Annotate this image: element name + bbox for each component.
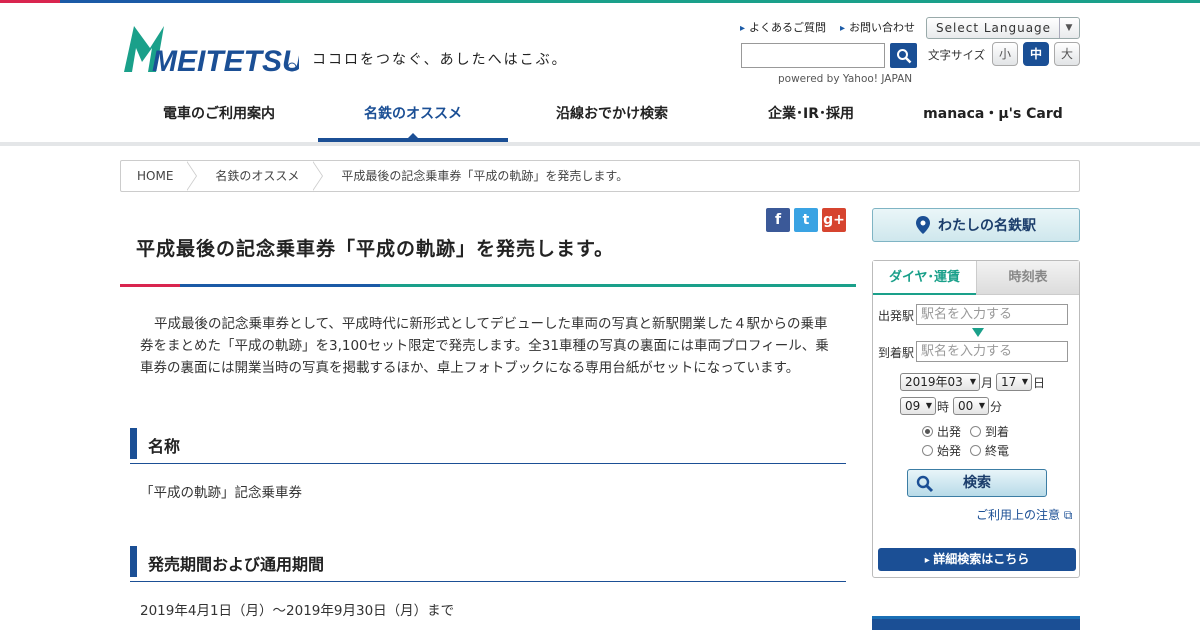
title-rule	[120, 284, 856, 287]
logo-text: MEITETSU	[152, 45, 299, 74]
route-search-label: 検索	[963, 475, 991, 491]
from-label: 出発駅	[878, 309, 915, 323]
breadcrumb-separator	[312, 161, 325, 191]
font-size-medium-button[interactable]: 中	[1023, 42, 1049, 66]
breadcrumb-recommend[interactable]: 名鉄のオススメ	[199, 161, 315, 191]
day-unit: 日	[1033, 376, 1046, 390]
global-nav: 電車のご利用案内 名鉄のオススメ 沿線おでかけ検索 企業･IR･採用 manac…	[120, 96, 1080, 142]
article-lead: 平成最後の記念乗車券として、平成時代に新形式としてデビューした車両の写真と新駅開…	[140, 316, 829, 376]
to-label: 到着駅	[878, 346, 915, 360]
nav-item-manaca[interactable]: manaca・μ's Card	[906, 96, 1080, 142]
from-station-input[interactable]: 駅名を入力する	[916, 304, 1068, 325]
social-share: f t g+	[766, 208, 846, 232]
language-select[interactable]: Select Language ▼	[926, 17, 1080, 39]
minute-select[interactable]: 00	[953, 397, 989, 415]
breadcrumb-current: 平成最後の記念乗車券「平成の軌跡」を発売します。	[341, 169, 629, 183]
meitetsu-logo[interactable]: MEITETSU	[124, 26, 299, 74]
contact-link[interactable]: お問い合わせ	[840, 19, 915, 35]
font-size-small-button[interactable]: 小	[992, 42, 1018, 66]
section-heading-period: 発売期間および通用期間	[130, 546, 846, 582]
radio-last[interactable]: 終電	[970, 442, 1009, 459]
sidebar-box	[872, 616, 1080, 630]
top-accent-bar	[0, 0, 1200, 3]
search-icon	[896, 48, 911, 63]
usage-notice-text: ご利用上の注意	[976, 508, 1061, 522]
section-heading-text: 名称	[148, 437, 181, 456]
tab-timetable[interactable]: 時刻表	[976, 261, 1079, 295]
hour-select[interactable]: 09	[900, 397, 936, 415]
search-icon	[916, 475, 934, 493]
minute-unit: 分	[990, 400, 1003, 414]
facebook-icon[interactable]: f	[766, 208, 790, 232]
to-station-input[interactable]: 駅名を入力する	[916, 341, 1068, 362]
breadcrumb-home[interactable]: HOME	[121, 161, 189, 191]
radio-arrive[interactable]: 到着	[970, 423, 1009, 440]
radio-arrive-label: 到着	[985, 425, 1010, 439]
section-body-name: 「平成の軌跡」記念乗車券	[140, 485, 302, 501]
google-plus-icon[interactable]: g+	[822, 208, 846, 232]
twitter-icon[interactable]: t	[794, 208, 818, 232]
font-size-large-button[interactable]: 大	[1054, 42, 1080, 66]
utility-links: よくあるご質問 お問い合わせ	[740, 19, 915, 35]
chevron-down-icon: ▼	[1059, 18, 1079, 38]
usage-notice-link[interactable]: ご利用上の注意 ⧉	[976, 506, 1072, 523]
year-month-select[interactable]: 2019年03	[900, 373, 980, 391]
my-station-button[interactable]: わたしの名鉄駅	[872, 208, 1080, 242]
font-size-label: 文字サイズ	[928, 48, 986, 62]
map-pin-icon	[916, 216, 930, 234]
my-station-label: わたしの名鉄駅	[938, 218, 1036, 234]
radio-depart-label: 出発	[937, 425, 962, 439]
breadcrumb: HOME 名鉄のオススメ 平成最後の記念乗車券「平成の軌跡」を発売します。	[120, 160, 1080, 192]
external-link-icon: ⧉	[1063, 508, 1073, 522]
route-tabs: ダイヤ･運賃 時刻表	[873, 261, 1079, 295]
tab-fare[interactable]: ダイヤ･運賃	[873, 261, 976, 295]
radio-depart[interactable]: 出発	[922, 423, 961, 440]
route-search-button[interactable]: 検索	[907, 469, 1047, 497]
section-heading-text: 発売期間および通用期間	[148, 555, 325, 574]
radio-first-label: 始発	[937, 444, 962, 458]
detail-search-button[interactable]: 詳細検索はこちら	[878, 548, 1076, 571]
nav-item-corporate[interactable]: 企業･IR･採用	[716, 96, 906, 142]
breadcrumb-separator	[186, 161, 199, 191]
site-search-button[interactable]	[890, 43, 917, 68]
section-body-period: 2019年4月1日（月）～2019年9月30日（月）まで	[140, 603, 455, 619]
nav-item-outing-search[interactable]: 沿線おでかけ検索	[508, 96, 716, 142]
nav-item-recommend[interactable]: 名鉄のオススメ	[318, 96, 508, 142]
month-unit: 月	[981, 376, 994, 390]
arrow-down-icon	[972, 328, 984, 337]
hour-unit: 時	[937, 400, 950, 414]
faq-link[interactable]: よくあるご質問	[740, 19, 826, 35]
powered-by: powered by Yahoo! JAPAN	[778, 73, 913, 85]
nav-item-train-guide[interactable]: 電車のご利用案内	[120, 96, 318, 142]
section-heading-name: 名称	[130, 428, 846, 464]
language-select-label: Select Language	[936, 21, 1052, 35]
radio-last-label: 終電	[985, 444, 1010, 458]
nav-divider	[0, 142, 1200, 146]
tagline: ココロをつなぐ、あしたへはこぶ。	[312, 52, 568, 68]
site-search-input[interactable]	[741, 43, 885, 68]
day-select[interactable]: 17	[996, 373, 1032, 391]
radio-first[interactable]: 始発	[922, 442, 961, 459]
page-title: 平成最後の記念乗車券「平成の軌跡」を発売します。	[136, 238, 615, 260]
